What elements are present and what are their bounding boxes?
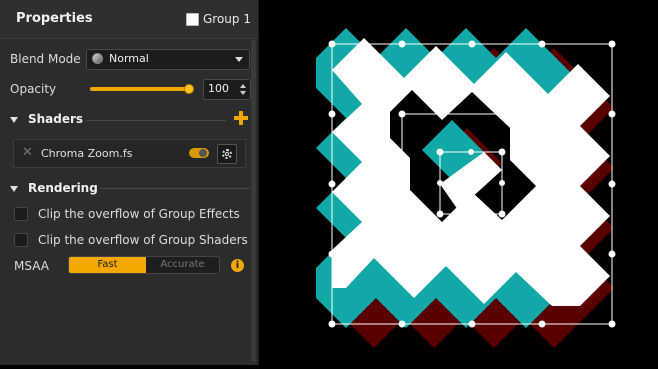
opacity-value: 100: [208, 82, 229, 95]
collapse-arrow-icon: [10, 117, 18, 123]
shaders-heading: Shaders: [28, 112, 84, 126]
clip-effects-label: Clip the overflow of Group Effects: [38, 207, 240, 221]
msaa-segmented-control: Fast Accurate: [68, 256, 220, 274]
shader-settings-button[interactable]: [217, 144, 237, 164]
dropdown-arrow-icon: [235, 57, 243, 62]
clip-shaders-label: Clip the overflow of Group Shaders: [38, 233, 248, 247]
canvas-artwork: [316, 28, 616, 348]
preview-canvas[interactable]: [262, 0, 658, 365]
opacity-input[interactable]: 100: [203, 79, 251, 100]
opacity-label: Opacity: [10, 82, 57, 96]
rendering-section-header[interactable]: Rendering: [10, 181, 230, 197]
blend-mode-icon: [92, 53, 103, 64]
msaa-label: MSAA: [14, 259, 49, 273]
opacity-slider-handle[interactable]: [184, 84, 194, 94]
blend-mode-value: Normal: [109, 52, 149, 65]
shader-item[interactable]: ✕ Chroma Zoom.fs: [13, 139, 246, 168]
collapse-arrow-icon: [10, 186, 18, 192]
rendering-heading: Rendering: [28, 181, 98, 195]
msaa-accurate-option[interactable]: Accurate: [146, 257, 219, 273]
properties-panel: Properties Group 1 Blend Mode Normal Opa…: [0, 0, 259, 365]
group-name-label: Group 1: [203, 12, 251, 26]
clip-shaders-checkbox[interactable]: [14, 233, 28, 247]
clip-effects-checkbox[interactable]: [14, 207, 28, 221]
gear-hub: [225, 152, 229, 156]
info-icon[interactable]: i: [231, 259, 244, 272]
opacity-slider-track[interactable]: [90, 87, 190, 91]
increment-icon[interactable]: [240, 84, 246, 88]
blend-mode-select[interactable]: Normal: [86, 49, 250, 70]
section-divider: [86, 120, 226, 121]
section-divider: [100, 188, 250, 189]
panel-scrollbar[interactable]: [251, 40, 256, 362]
panel-title: Properties: [16, 11, 93, 26]
remove-shader-icon[interactable]: ✕: [22, 145, 33, 160]
decrement-icon[interactable]: [240, 91, 246, 95]
group-checkbox[interactable]: [186, 13, 199, 26]
msaa-fast-option[interactable]: Fast: [69, 257, 146, 273]
panel-header: Properties Group 1: [0, 0, 258, 39]
blend-mode-label: Blend Mode: [10, 52, 81, 66]
shader-enable-toggle[interactable]: [189, 148, 209, 158]
shader-name: Chroma Zoom.fs: [41, 147, 133, 160]
add-shader-icon[interactable]: [233, 110, 249, 126]
